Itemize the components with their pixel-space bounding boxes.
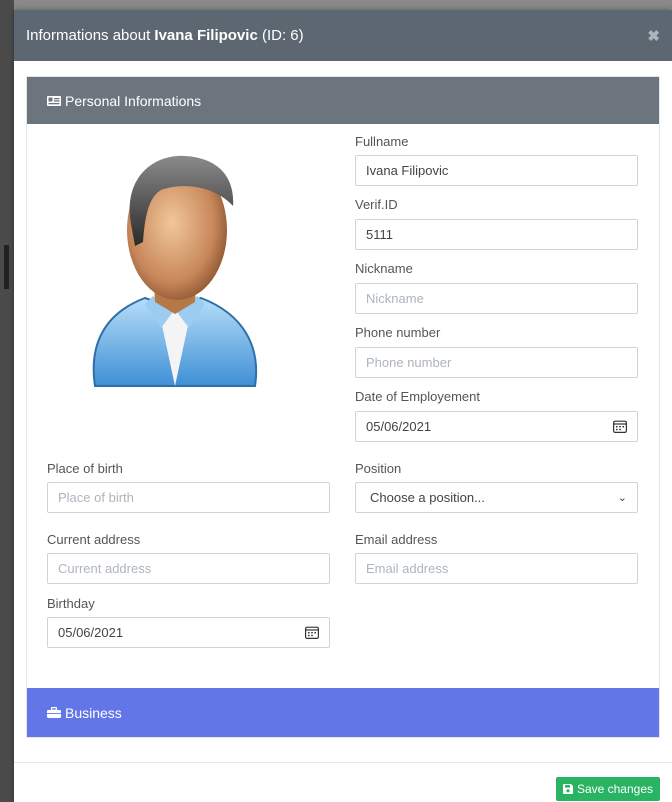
employment-date-label: Date of Employement	[355, 389, 481, 404]
modal-header: Informations about Ivana Filipovic (ID: …	[14, 10, 672, 61]
phone-input[interactable]: Phone number	[355, 347, 638, 378]
user-avatar-icon	[92, 155, 257, 387]
business-section-title: Business	[65, 704, 122, 721]
employment-date-value: 05/06/2021	[366, 419, 432, 434]
modal-title-suffix: (ID: 6)	[257, 27, 304, 44]
place-of-birth-input[interactable]: Place of birth	[47, 482, 330, 513]
phone-label: Phone number	[355, 325, 441, 340]
chevron-down-icon: ⌄	[617, 492, 627, 504]
place-of-birth-label: Place of birth	[47, 461, 123, 476]
nickname-input[interactable]: Nickname	[355, 283, 638, 314]
employee-info-modal: Informations about Ivana Filipovic (ID: …	[14, 10, 672, 802]
calendar-icon[interactable]	[613, 420, 627, 433]
email-input[interactable]: Email address	[355, 553, 638, 584]
position-label: Position	[355, 461, 402, 476]
save-changes-button[interactable]: Save changes	[555, 777, 660, 801]
business-section-header[interactable]: Business	[27, 688, 659, 737]
fullname-label: Fullname	[355, 134, 409, 149]
close-icon[interactable]: ✖	[647, 27, 660, 45]
email-label: Email address	[355, 532, 438, 547]
save-changes-label: Save changes	[576, 782, 653, 796]
personal-card-header: Personal Informations	[27, 77, 659, 124]
modal-title-name: Ivana Filipovic	[154, 27, 258, 44]
backdrop-mark	[4, 245, 9, 289]
position-selected: Choose a position...	[370, 490, 485, 505]
floppy-disk-icon	[562, 784, 573, 794]
verif-id-label: Verif.ID	[355, 197, 398, 212]
modal-body: Personal Informations Fullname Ivana Fil…	[14, 61, 672, 738]
birthday-value: 05/06/2021	[58, 625, 124, 640]
position-select[interactable]: Choose a position... ⌄	[355, 482, 638, 513]
calendar-icon[interactable]	[305, 626, 319, 639]
verif-id-input[interactable]: 5111	[355, 219, 638, 250]
current-address-input[interactable]: Current address	[47, 553, 330, 584]
modal-title-prefix: Informations about	[26, 27, 155, 44]
fullname-input[interactable]: Ivana Filipovic	[355, 155, 638, 186]
personal-card: Personal Informations Fullname Ivana Fil…	[26, 76, 660, 738]
briefcase-icon	[47, 707, 61, 718]
modal-title: Informations about Ivana Filipovic (ID: …	[26, 27, 304, 44]
employment-date-input[interactable]: 05/06/2021	[355, 411, 638, 442]
current-address-label: Current address	[47, 532, 141, 547]
id-card-icon	[47, 95, 61, 106]
personal-card-title: Personal Informations	[65, 92, 202, 109]
modal-footer-divider	[14, 762, 672, 763]
page-backdrop	[0, 0, 14, 802]
birthday-label: Birthday	[47, 596, 95, 611]
personal-card-body: Fullname Ivana Filipovic Verif.ID 5111 N…	[27, 124, 659, 688]
nickname-label: Nickname	[355, 261, 413, 276]
birthday-input[interactable]: 05/06/2021	[47, 617, 330, 648]
